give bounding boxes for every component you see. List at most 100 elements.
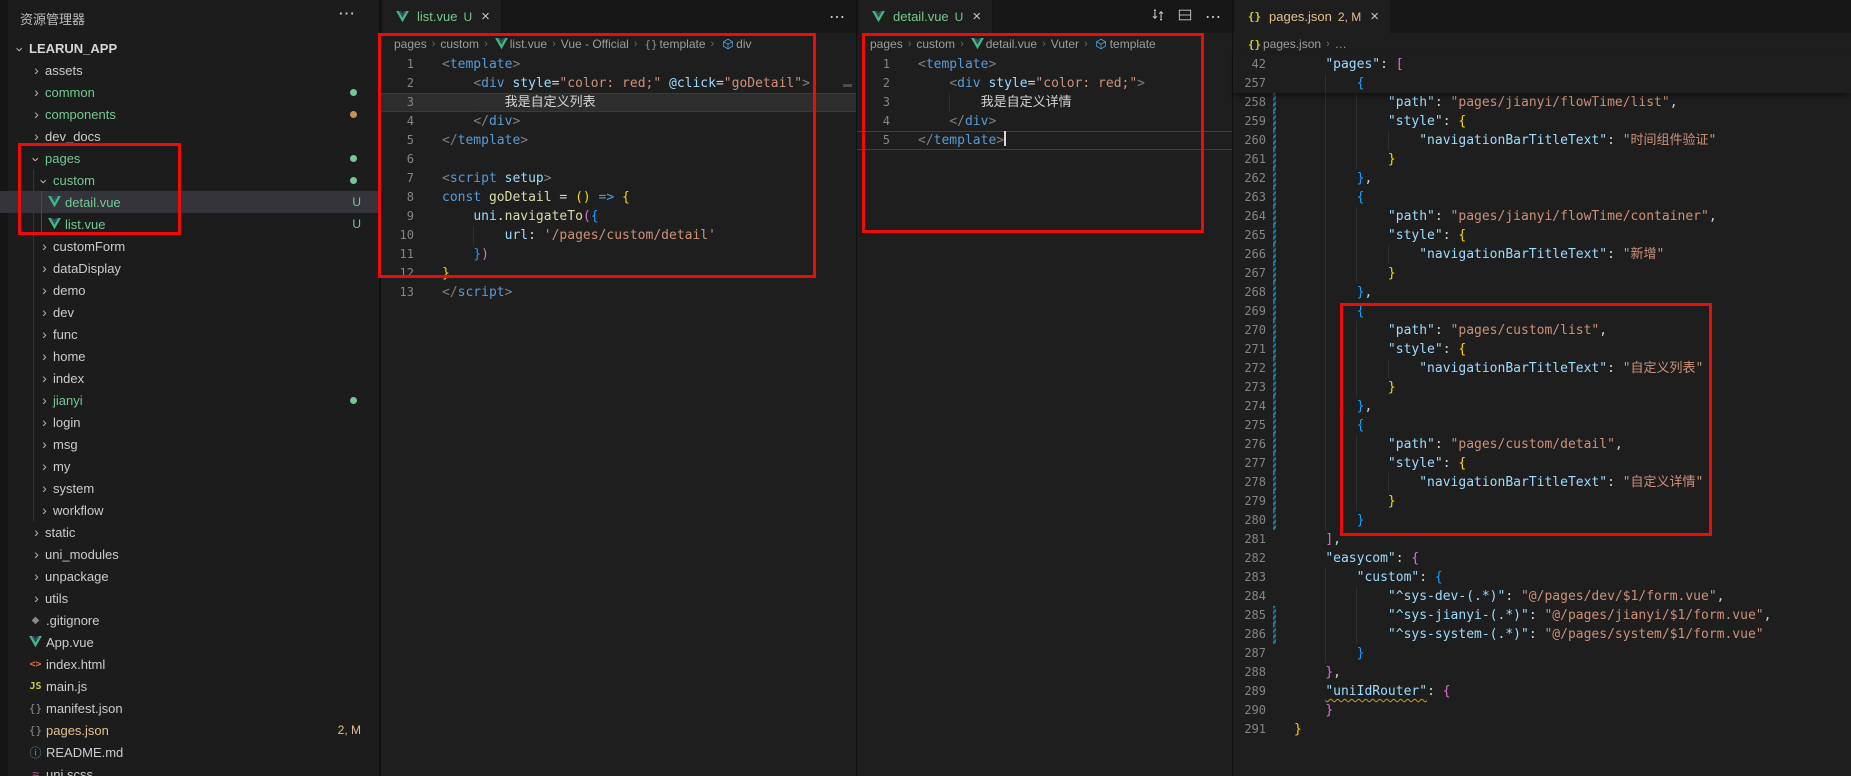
code-line-text[interactable]: "navigationBarTitleText": "自定义详情"	[1294, 473, 1703, 492]
code-line-text[interactable]: "pages": [	[1294, 55, 1404, 74]
code-line[interactable]: 2 <div style="color: red;">	[857, 74, 1232, 93]
code-line-text[interactable]: })	[442, 245, 489, 264]
code-line-text[interactable]: {	[1294, 302, 1364, 321]
code-line[interactable]: 269 {	[1233, 302, 1851, 321]
code-line-text[interactable]: "navigationBarTitleText": "新增"	[1294, 245, 1664, 264]
code-line-text[interactable]: "^sys-dev-(.*)": "@/pages/dev/$1/form.vu…	[1294, 587, 1724, 606]
chevron-right-icon[interactable]: ›	[38, 348, 51, 364]
tree-item-msg[interactable]: ›msg	[0, 433, 379, 455]
code-line-text[interactable]: },	[1294, 397, 1372, 416]
tree-item-unpackage[interactable]: ›unpackage	[0, 565, 379, 587]
code-line[interactable]: 265 "style": {	[1233, 226, 1851, 245]
tab-detail-vue[interactable]: detail.vue U ×	[859, 0, 993, 33]
code-line[interactable]: 10 url: '/pages/custom/detail'	[381, 226, 856, 245]
code-line-text[interactable]: uni.navigateTo({	[442, 207, 599, 226]
code-line[interactable]: 272 "navigationBarTitleText": "自定义列表"	[1233, 359, 1851, 378]
code-line-text[interactable]: }	[1294, 378, 1396, 397]
code-line[interactable]: 13</script>	[381, 283, 856, 302]
tree-item-pages[interactable]: ›pages	[0, 147, 379, 169]
tree-item-index[interactable]: ›index	[0, 367, 379, 389]
breadcrumb-item[interactable]: {}template	[642, 37, 705, 51]
breadcrumb-item[interactable]: Vue - Official	[561, 37, 629, 51]
code-line[interactable]: 260 "navigationBarTitleText": "时间组件验证"	[1233, 131, 1851, 150]
code-line-text[interactable]: {	[1294, 416, 1364, 435]
chevron-right-icon[interactable]: ›	[30, 524, 43, 540]
code-editor-pagesjson[interactable]: 258 "path": "pages/jianyi/flowTime/list"…	[1233, 93, 1851, 776]
open-changes-icon[interactable]	[1151, 8, 1165, 25]
code-line[interactable]: 278 "navigationBarTitleText": "自定义详情"	[1233, 473, 1851, 492]
code-line-text[interactable]: "navigationBarTitleText": "时间组件验证"	[1294, 131, 1716, 150]
code-line-text[interactable]: "navigationBarTitleText": "自定义列表"	[1294, 359, 1703, 378]
code-line[interactable]: 1<template>	[857, 55, 1232, 74]
code-line-text[interactable]: </script>	[442, 283, 512, 302]
code-editor-detail[interactable]: 1<template>2 <div style="color: red;">3 …	[857, 55, 1232, 776]
chevron-right-icon[interactable]: ›	[38, 370, 51, 386]
code-line-text[interactable]: }	[1294, 644, 1364, 663]
sticky-scroll-line[interactable]: 42 "pages": [	[1233, 55, 1851, 74]
code-line[interactable]: 280 }	[1233, 511, 1851, 530]
code-line[interactable]: 262 },	[1233, 169, 1851, 188]
chevron-right-icon[interactable]: ›	[30, 590, 43, 606]
code-line[interactable]: 5</template>	[857, 131, 1232, 150]
tree-item-manifest.json[interactable]: {}manifest.json	[0, 697, 379, 719]
chevron-right-icon[interactable]: ›	[38, 260, 51, 276]
code-line-text[interactable]: }	[1294, 150, 1396, 169]
code-line[interactable]: 263 {	[1233, 188, 1851, 207]
code-line-text[interactable]: }	[1294, 492, 1396, 511]
chevron-right-icon[interactable]: ›	[38, 238, 51, 254]
code-line[interactable]: 290 }	[1233, 701, 1851, 720]
code-line-text[interactable]: </template>	[918, 131, 1006, 150]
breadcrumb-item[interactable]: Vuter	[1051, 37, 1079, 51]
tree-item-jianyi[interactable]: ›jianyi	[0, 389, 379, 411]
code-line-text[interactable]: }	[1294, 511, 1364, 530]
tree-item-customForm[interactable]: ›customForm	[0, 235, 379, 257]
tree-item-main.js[interactable]: JSmain.js	[0, 675, 379, 697]
code-line[interactable]: 1<template>	[381, 55, 856, 74]
breadcrumb-item[interactable]: pages	[870, 37, 903, 51]
code-line[interactable]: 275 {	[1233, 416, 1851, 435]
code-line-text[interactable]: "path": "pages/custom/list",	[1294, 321, 1607, 340]
code-line-text[interactable]: "^sys-system-(.*)": "@/pages/system/$1/f…	[1294, 625, 1764, 644]
tree-item-pages.json[interactable]: {}pages.json2, M	[0, 719, 379, 741]
code-line-text[interactable]: "style": {	[1294, 340, 1466, 359]
code-line-text[interactable]: {	[1294, 74, 1364, 93]
code-line[interactable]: 6	[381, 150, 856, 169]
code-line[interactable]: 288 },	[1233, 663, 1851, 682]
code-line-text[interactable]: </template>	[442, 131, 528, 150]
code-line[interactable]: 291}	[1233, 720, 1851, 739]
tree-item-dev[interactable]: ›dev	[0, 301, 379, 323]
tree-item-.gitignore[interactable]: ◆.gitignore	[0, 609, 379, 631]
code-line[interactable]: 285 "^sys-jianyi-(.*)": "@/pages/jianyi/…	[1233, 606, 1851, 625]
tree-item-custom[interactable]: ›custom	[0, 169, 379, 191]
code-line[interactable]: 268 },	[1233, 283, 1851, 302]
breadcrumb-item[interactable]: …	[1335, 37, 1347, 51]
code-line[interactable]: 261 }	[1233, 150, 1851, 169]
code-line[interactable]: 270 "path": "pages/custom/list",	[1233, 321, 1851, 340]
tab-list-vue[interactable]: list.vue U ×	[383, 0, 502, 33]
code-line[interactable]: 282 "easycom": {	[1233, 549, 1851, 568]
chevron-right-icon[interactable]: ›	[38, 458, 51, 474]
tree-item-dataDisplay[interactable]: ›dataDisplay	[0, 257, 379, 279]
breadcrumb-item[interactable]: pages	[394, 37, 427, 51]
chevron-right-icon[interactable]: ›	[38, 436, 51, 452]
explorer-more-actions-icon[interactable]: ⋯	[338, 4, 355, 24]
tree-item-func[interactable]: ›func	[0, 323, 379, 345]
code-line[interactable]: 11 })	[381, 245, 856, 264]
code-line[interactable]: 266 "navigationBarTitleText": "新增"	[1233, 245, 1851, 264]
breadcrumb-item[interactable]: list.vue	[493, 37, 547, 51]
chevron-down-icon[interactable]: ›	[29, 153, 45, 166]
tree-item-index.html[interactable]: <>index.html	[0, 653, 379, 675]
chevron-right-icon[interactable]: ›	[30, 62, 43, 78]
tree-item-static[interactable]: ›static	[0, 521, 379, 543]
sticky-scroll[interactable]: 42 "pages": [257 {	[1233, 55, 1851, 93]
tree-item-common[interactable]: ›common	[0, 81, 379, 103]
code-line[interactable]: 271 "style": {	[1233, 340, 1851, 359]
code-line[interactable]: 264 "path": "pages/jianyi/flowTime/conta…	[1233, 207, 1851, 226]
tree-item-App.vue[interactable]: App.vue	[0, 631, 379, 653]
tree-item-uni_modules[interactable]: ›uni_modules	[0, 543, 379, 565]
sticky-scroll-line[interactable]: 257 {	[1233, 74, 1851, 93]
code-line[interactable]: 289 "uniIdRouter": {	[1233, 682, 1851, 701]
chevron-right-icon[interactable]: ›	[38, 502, 51, 518]
breadcrumb-item[interactable]: {}pages.json	[1246, 37, 1321, 51]
code-line[interactable]: 273 }	[1233, 378, 1851, 397]
